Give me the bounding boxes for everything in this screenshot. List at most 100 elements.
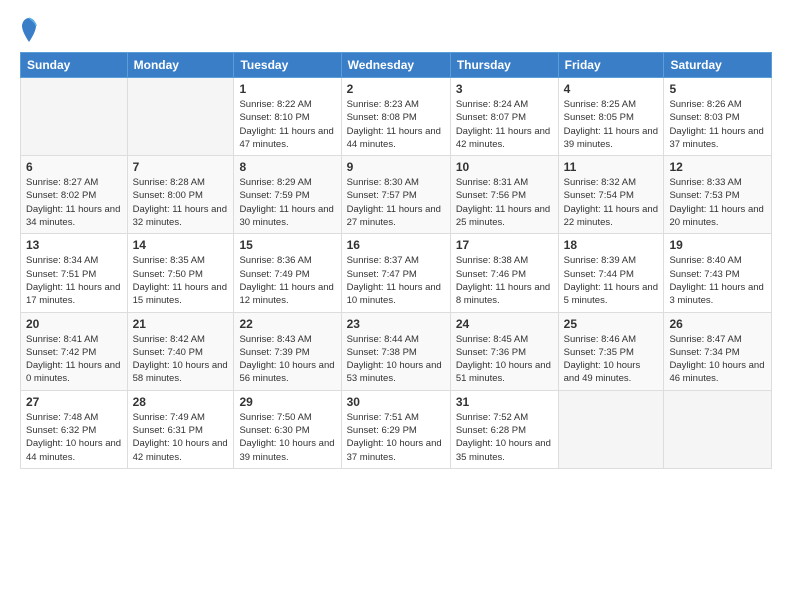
day-number: 16 (347, 238, 445, 252)
day-cell: 16 Sunrise: 8:37 AM Sunset: 7:47 PM Dayli… (341, 234, 450, 312)
day-cell: 1 Sunrise: 8:22 AM Sunset: 8:10 PM Daylig… (234, 78, 341, 156)
day-number: 3 (456, 82, 553, 96)
header (20, 16, 772, 44)
day-info: Sunrise: 8:40 AM Sunset: 7:43 PM Dayligh… (669, 254, 766, 307)
day-info: Sunrise: 8:36 AM Sunset: 7:49 PM Dayligh… (239, 254, 335, 307)
day-number: 27 (26, 395, 122, 409)
day-cell: 26 Sunrise: 8:47 AM Sunset: 7:34 PM Dayli… (664, 312, 772, 390)
day-number: 22 (239, 317, 335, 331)
day-number: 14 (133, 238, 229, 252)
day-number: 30 (347, 395, 445, 409)
week-row-4: 20Sunrise: 8:41 AM Sunset: 7:42 PM Dayli… (21, 312, 772, 390)
day-cell: 9 Sunrise: 8:30 AM Sunset: 7:57 PM Daylig… (341, 156, 450, 234)
day-info: Sunrise: 8:39 AM Sunset: 7:44 PM Dayligh… (564, 254, 659, 307)
day-number: 7 (133, 160, 229, 174)
day-cell: 11 Sunrise: 8:32 AM Sunset: 7:54 PM Dayli… (558, 156, 664, 234)
day-cell (127, 78, 234, 156)
logo (20, 16, 40, 44)
day-cell: 22 Sunrise: 8:43 AM Sunset: 7:39 PM Dayli… (234, 312, 341, 390)
day-cell: 28 Sunrise: 7:49 AM Sunset: 6:31 PM Dayli… (127, 390, 234, 468)
day-cell: 14 Sunrise: 8:35 AM Sunset: 7:50 PM Dayli… (127, 234, 234, 312)
page: SundayMondayTuesdayWednesdayThursdayFrid… (0, 0, 792, 485)
day-number: 15 (239, 238, 335, 252)
day-cell: 13Sunrise: 8:34 AM Sunset: 7:51 PM Dayli… (21, 234, 128, 312)
day-info: Sunrise: 8:38 AM Sunset: 7:46 PM Dayligh… (456, 254, 553, 307)
day-number: 11 (564, 160, 659, 174)
day-info: Sunrise: 8:44 AM Sunset: 7:38 PM Dayligh… (347, 333, 445, 386)
day-number: 24 (456, 317, 553, 331)
col-header-thursday: Thursday (450, 53, 558, 78)
day-info: Sunrise: 8:25 AM Sunset: 8:05 PM Dayligh… (564, 98, 659, 151)
day-cell: 25 Sunrise: 8:46 AM Sunset: 7:35 PM Dayli… (558, 312, 664, 390)
day-info: Sunrise: 7:52 AM Sunset: 6:28 PM Dayligh… (456, 411, 553, 464)
day-cell: 10 Sunrise: 8:31 AM Sunset: 7:56 PM Dayli… (450, 156, 558, 234)
day-cell: 17Sunrise: 8:38 AM Sunset: 7:46 PM Dayli… (450, 234, 558, 312)
day-cell (664, 390, 772, 468)
day-info: Sunrise: 8:41 AM Sunset: 7:42 PM Dayligh… (26, 333, 122, 386)
day-info: Sunrise: 7:49 AM Sunset: 6:31 PM Dayligh… (133, 411, 229, 464)
day-info: Sunrise: 8:37 AM Sunset: 7:47 PM Dayligh… (347, 254, 445, 307)
day-cell (21, 78, 128, 156)
col-header-friday: Friday (558, 53, 664, 78)
day-cell: 31 Sunrise: 7:52 AM Sunset: 6:28 PM Dayli… (450, 390, 558, 468)
day-cell: 12 Sunrise: 8:33 AM Sunset: 7:53 PM Dayli… (664, 156, 772, 234)
day-cell: 29 Sunrise: 7:50 AM Sunset: 6:30 PM Dayli… (234, 390, 341, 468)
day-number: 26 (669, 317, 766, 331)
week-row-2: 6Sunrise: 8:27 AM Sunset: 8:02 PM Daylig… (21, 156, 772, 234)
day-info: Sunrise: 8:33 AM Sunset: 7:53 PM Dayligh… (669, 176, 766, 229)
day-number: 31 (456, 395, 553, 409)
day-number: 2 (347, 82, 445, 96)
day-info: Sunrise: 7:48 AM Sunset: 6:32 PM Dayligh… (26, 411, 122, 464)
day-info: Sunrise: 8:32 AM Sunset: 7:54 PM Dayligh… (564, 176, 659, 229)
calendar-header-row: SundayMondayTuesdayWednesdayThursdayFrid… (21, 53, 772, 78)
day-info: Sunrise: 8:22 AM Sunset: 8:10 PM Dayligh… (239, 98, 335, 151)
day-cell: 6Sunrise: 8:27 AM Sunset: 8:02 PM Daylig… (21, 156, 128, 234)
col-header-wednesday: Wednesday (341, 53, 450, 78)
day-number: 25 (564, 317, 659, 331)
day-number: 13 (26, 238, 122, 252)
day-number: 19 (669, 238, 766, 252)
day-number: 10 (456, 160, 553, 174)
day-number: 23 (347, 317, 445, 331)
calendar: SundayMondayTuesdayWednesdayThursdayFrid… (20, 52, 772, 469)
day-cell: 23 Sunrise: 8:44 AM Sunset: 7:38 PM Dayli… (341, 312, 450, 390)
day-cell: 5 Sunrise: 8:26 AM Sunset: 8:03 PM Daylig… (664, 78, 772, 156)
day-info: Sunrise: 8:26 AM Sunset: 8:03 PM Dayligh… (669, 98, 766, 151)
day-info: Sunrise: 8:28 AM Sunset: 8:00 PM Dayligh… (133, 176, 229, 229)
day-cell: 18Sunrise: 8:39 AM Sunset: 7:44 PM Dayli… (558, 234, 664, 312)
day-cell: 4 Sunrise: 8:25 AM Sunset: 8:05 PM Daylig… (558, 78, 664, 156)
day-number: 8 (239, 160, 335, 174)
day-info: Sunrise: 8:30 AM Sunset: 7:57 PM Dayligh… (347, 176, 445, 229)
day-cell: 3 Sunrise: 8:24 AM Sunset: 8:07 PM Daylig… (450, 78, 558, 156)
day-cell: 24Sunrise: 8:45 AM Sunset: 7:36 PM Dayli… (450, 312, 558, 390)
col-header-saturday: Saturday (664, 53, 772, 78)
day-number: 29 (239, 395, 335, 409)
day-info: Sunrise: 8:43 AM Sunset: 7:39 PM Dayligh… (239, 333, 335, 386)
day-info: Sunrise: 8:47 AM Sunset: 7:34 PM Dayligh… (669, 333, 766, 386)
day-number: 4 (564, 82, 659, 96)
day-cell (558, 390, 664, 468)
day-number: 9 (347, 160, 445, 174)
col-header-monday: Monday (127, 53, 234, 78)
day-info: Sunrise: 8:29 AM Sunset: 7:59 PM Dayligh… (239, 176, 335, 229)
col-header-tuesday: Tuesday (234, 53, 341, 78)
logo-icon (20, 16, 38, 44)
day-info: Sunrise: 8:35 AM Sunset: 7:50 PM Dayligh… (133, 254, 229, 307)
week-row-3: 13Sunrise: 8:34 AM Sunset: 7:51 PM Dayli… (21, 234, 772, 312)
day-info: Sunrise: 8:46 AM Sunset: 7:35 PM Dayligh… (564, 333, 659, 386)
day-cell: 20Sunrise: 8:41 AM Sunset: 7:42 PM Dayli… (21, 312, 128, 390)
day-cell: 19 Sunrise: 8:40 AM Sunset: 7:43 PM Dayli… (664, 234, 772, 312)
day-info: Sunrise: 7:51 AM Sunset: 6:29 PM Dayligh… (347, 411, 445, 464)
day-cell: 27 Sunrise: 7:48 AM Sunset: 6:32 PM Dayli… (21, 390, 128, 468)
day-number: 1 (239, 82, 335, 96)
day-number: 21 (133, 317, 229, 331)
day-number: 28 (133, 395, 229, 409)
week-row-1: 1 Sunrise: 8:22 AM Sunset: 8:10 PM Daylig… (21, 78, 772, 156)
day-number: 5 (669, 82, 766, 96)
day-info: Sunrise: 8:31 AM Sunset: 7:56 PM Dayligh… (456, 176, 553, 229)
day-number: 12 (669, 160, 766, 174)
day-info: Sunrise: 8:23 AM Sunset: 8:08 PM Dayligh… (347, 98, 445, 151)
day-info: Sunrise: 7:50 AM Sunset: 6:30 PM Dayligh… (239, 411, 335, 464)
day-info: Sunrise: 8:24 AM Sunset: 8:07 PM Dayligh… (456, 98, 553, 151)
day-info: Sunrise: 8:27 AM Sunset: 8:02 PM Dayligh… (26, 176, 122, 229)
